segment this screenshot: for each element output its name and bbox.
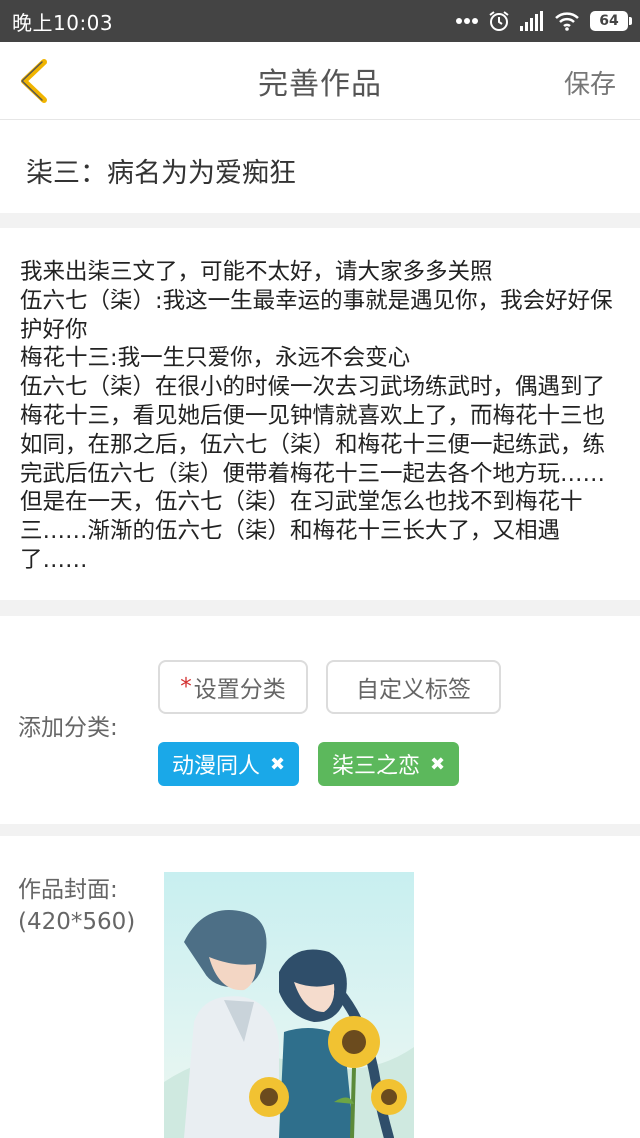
nav-bar: 完善作品 保存 [0,42,640,120]
status-icons: 64 [456,10,632,32]
wifi-icon [555,12,579,31]
more-dots-icon [456,18,478,24]
category-section: 添加分类: * 设置分类 自定义标签 动漫同人 ✖ 柒三之恋 ✖ [0,616,640,824]
tag-chip[interactable]: 柒三之恋 ✖ [318,742,460,786]
alarm-icon [489,11,509,31]
battery-icon: 64 [590,11,632,31]
set-category-label: 设置分类 [193,677,286,703]
divider [0,824,640,836]
work-content-field[interactable]: 我来出柒三文了，可能不太好，请大家多多关照 伍六七（柒）:我这一生最幸运的事就是遇… [0,228,640,600]
cover-label-size: (420*560) [18,909,136,935]
set-category-button[interactable]: * 设置分类 [158,660,308,714]
tag-chip[interactable]: 动漫同人 ✖ [158,742,300,786]
cover-image[interactable] [164,872,414,1138]
tag-label: 柒三之恋 [332,754,421,779]
work-title: 柒三：病名为为爱痴狂 [26,158,296,189]
divider [0,600,640,616]
cover-section: 作品封面: (420*560) [0,836,640,1138]
cover-label-title: 作品封面: [18,877,118,903]
cover-label: 作品封面: (420*560) [18,874,135,938]
tag-label: 动漫同人 [172,754,261,779]
status-time: 晚上10:03 [12,10,114,35]
status-bar: 晚上10:03 64 [0,0,640,42]
save-button[interactable]: 保存 [564,64,616,101]
page-title: 完善作品 [258,66,382,102]
cover-illustration [164,872,414,1138]
close-icon[interactable]: ✖ [270,754,285,775]
chevron-left-icon[interactable] [14,56,54,106]
work-title-field[interactable]: 柒三：病名为为爱痴狂 [0,121,640,213]
battery-level: 64 [599,13,619,29]
close-icon[interactable]: ✖ [430,754,445,775]
required-marker: * [180,674,192,700]
signal-icon [520,11,543,31]
divider [0,213,640,228]
work-content: 我来出柒三文了，可能不太好，请大家多多关照 伍六七（柒）:我这一生最幸运的事就是遇… [20,259,613,573]
custom-tag-button[interactable]: 自定义标签 [326,660,501,714]
custom-tag-label: 自定义标签 [356,677,471,703]
category-label: 添加分类: [18,715,118,741]
